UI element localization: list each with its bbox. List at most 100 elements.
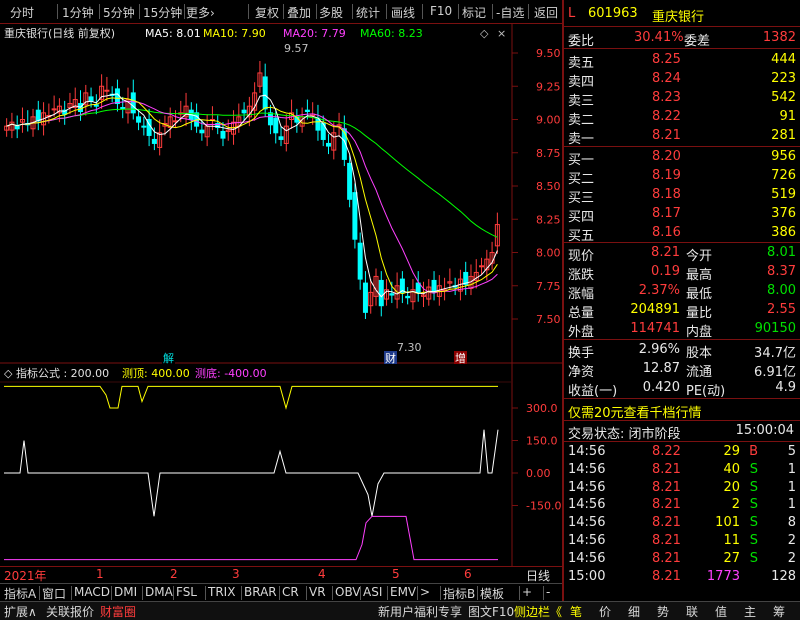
ma5-legend: MA5: 8.01: [145, 27, 201, 40]
quote-label-2: 最低: [686, 287, 713, 302]
status-left-2[interactable]: 财富圈: [100, 603, 136, 620]
toolbar-button-4[interactable]: 更多›: [186, 4, 215, 21]
status-mid-0[interactable]: 新用户福利专享: [378, 603, 462, 620]
toolbar-button-1[interactable]: 1分钟: [62, 4, 94, 21]
quote-value: 2.37%: [638, 283, 680, 298]
panel-tab-1[interactable]: 价: [599, 603, 611, 620]
indicator-tab-15[interactable]: 模板: [480, 585, 504, 602]
indicator-tab-8[interactable]: CR: [282, 585, 299, 599]
indicator-tab-16[interactable]: +: [522, 585, 532, 599]
candlestick-chart[interactable]: 9.50 9.25 9.00 8.75 8.50 8.25 8.00 7.75 7.50 重庆银…: [0, 24, 562, 364]
ma60-legend: MA60: 8.23: [360, 27, 423, 40]
quote-label: 涨幅: [568, 287, 595, 302]
bid-price: 8.17: [652, 206, 681, 221]
indicator-tab-14[interactable]: 指标B: [443, 585, 475, 602]
quote-value-2: 2.55: [767, 302, 796, 317]
toolbar-button-12[interactable]: -自选: [496, 4, 524, 21]
panel-tab-4[interactable]: 联: [686, 603, 698, 620]
divider: [564, 398, 800, 399]
indicator-tab-7[interactable]: BRAR: [244, 585, 277, 599]
toolbar-button-2[interactable]: 5分钟: [103, 4, 135, 21]
candle-body: [199, 129, 205, 134]
toolbar-button-10[interactable]: F10: [430, 4, 452, 18]
event-marker[interactable]: 财: [385, 351, 396, 364]
panel-tab-2[interactable]: 细: [628, 603, 640, 620]
close-icon[interactable]: ×: [497, 27, 506, 40]
chart-settings-icon[interactable]: ◇: [480, 27, 489, 40]
indicator-tab-4[interactable]: DMA: [145, 585, 173, 599]
bid-label: 买一: [568, 153, 595, 168]
quote-label-2: 内盘: [686, 325, 713, 340]
indicator-tab-3[interactable]: DMI: [114, 585, 137, 599]
ask-label: 卖二: [568, 113, 595, 128]
toolbar-button-6[interactable]: 叠加: [287, 4, 311, 21]
indicator-tab-13[interactable]: >: [420, 585, 430, 599]
period-label[interactable]: 日线: [526, 567, 550, 584]
toolbar-button-5[interactable]: 复权: [255, 4, 279, 21]
panel-tab-3[interactable]: 势: [657, 603, 669, 620]
ask-label: 卖一: [568, 132, 595, 147]
status-mid-1[interactable]: 图文F10: [468, 603, 514, 620]
stock-header: L 601963 重庆银行: [566, 5, 800, 25]
stats-label-2: 股本: [686, 346, 713, 361]
indicator-tab-6[interactable]: TRIX: [208, 585, 235, 599]
stats-value-2: 4.9: [775, 380, 796, 395]
indicator-tab-5[interactable]: FSL: [176, 585, 197, 599]
toolbar-button-8[interactable]: 统计: [356, 4, 380, 21]
panel-tab-0[interactable]: 笔: [570, 603, 582, 620]
quote-row: 涨幅 2.37% 最低 8.00: [566, 282, 800, 302]
tick-volume: 1773: [706, 568, 740, 584]
stats-row: 收益(一) 0.420 PE(动) 4.9: [566, 379, 800, 399]
stats-value: 2.96%: [638, 342, 680, 357]
status-mid-2[interactable]: 侧边栏《: [514, 603, 562, 620]
event-marker[interactable]: 增: [455, 351, 466, 364]
toolbar-button-13[interactable]: 返回: [534, 4, 558, 21]
status-left-0[interactable]: 扩展∧: [4, 603, 37, 620]
panel-tab-7[interactable]: 筹: [773, 603, 785, 620]
panel-tab-6[interactable]: 主: [744, 603, 756, 620]
bid-label: 买四: [568, 210, 595, 225]
tick-time: 14:56: [568, 533, 606, 548]
tick-side: S: [749, 461, 758, 477]
indicator-tab-11[interactable]: ASI: [363, 585, 382, 599]
toolbar-button-0[interactable]: 分时: [10, 4, 34, 21]
toolbar-button-3[interactable]: 15分钟: [143, 4, 182, 21]
quote-value-2: 8.37: [767, 264, 796, 279]
indicator-tab-1[interactable]: 窗口: [42, 585, 66, 602]
bid-price: 8.16: [652, 225, 681, 240]
candle-body: [278, 136, 284, 140]
indicator-tab-0[interactable]: 指标A: [4, 585, 36, 602]
indicator-tab-12[interactable]: EMV: [390, 585, 416, 599]
indicator-tab-17[interactable]: -: [546, 585, 550, 599]
stats-row: 净资 12.87 流通 6.91亿: [566, 360, 800, 380]
event-marker[interactable]: 解: [163, 351, 174, 364]
tick-time: 14:56: [568, 479, 606, 495]
toolbar-button-7[interactable]: 多股: [319, 4, 343, 21]
indicator-tab-2[interactable]: MACD: [74, 585, 110, 599]
month-label: 1: [96, 567, 104, 581]
indicator-title[interactable]: ◇ 指标公式 : 200.00: [4, 366, 109, 380]
indicator-chart[interactable]: 300.0 150.0 0.00 -150.0 ◇ 指标公式 : 200.00 测顶: …: [0, 364, 562, 566]
price-tick-label: 9.25: [536, 80, 561, 93]
promo-row[interactable]: 仅需20元查看千档行情: [566, 401, 800, 421]
tab-divider: [360, 586, 361, 600]
tick-count: 2: [787, 533, 796, 548]
status-left-1[interactable]: 关联报价: [46, 603, 94, 620]
tick-volume: 20: [723, 479, 740, 495]
quote-row: 现价 8.21 今开 8.01: [566, 244, 800, 264]
divider: [564, 441, 800, 442]
toolbar-button-9[interactable]: 画线: [391, 4, 415, 21]
indicator-tab-10[interactable]: OBV: [335, 585, 361, 599]
candle-body: [104, 89, 110, 92]
tab-divider: [477, 586, 478, 600]
bid-row: 买三 8.18 519: [566, 186, 800, 206]
tab-divider: [142, 586, 143, 600]
divider: [564, 146, 800, 147]
quote-label-2: 最高: [686, 268, 713, 283]
tick-side: S: [749, 550, 758, 566]
toolbar-button-11[interactable]: 标记: [462, 4, 486, 21]
quote-label-2: 今开: [686, 249, 713, 264]
indicator-tab-9[interactable]: VR: [309, 585, 326, 599]
tick-row: 14:56 8.21 2 S 1: [566, 496, 800, 514]
panel-tab-5[interactable]: 值: [715, 603, 727, 620]
